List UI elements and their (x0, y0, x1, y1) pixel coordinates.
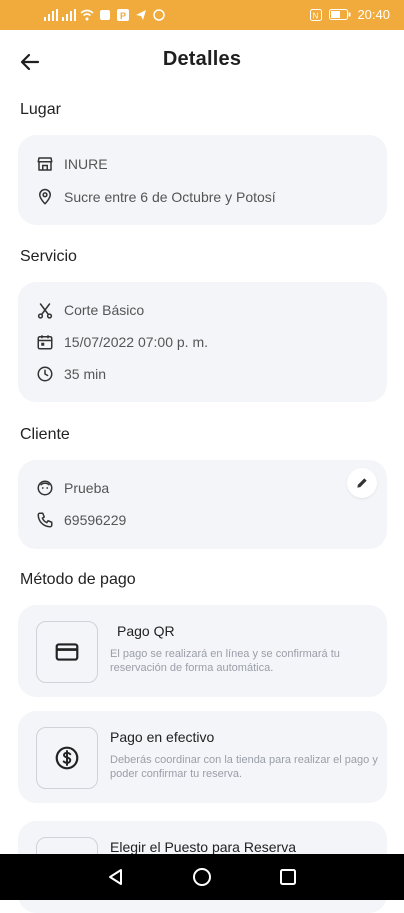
service-datetime-row: 15/07/2022 07:00 p. m. (36, 333, 208, 351)
place-address-row: Sucre entre 6 de Octubre y Potosí (36, 188, 276, 206)
payment-option-title: Elegir el Puesto para Reserva (110, 839, 296, 855)
status-bar: P N 20:40 (0, 0, 404, 30)
service-card: Corte Básico 15/07/2022 07:00 p. m. 35 m… (18, 282, 387, 402)
service-duration: 35 min (64, 366, 107, 382)
system-nav-bar (0, 854, 404, 900)
scissors-icon (37, 303, 53, 319)
status-system: N 20:40 (309, 7, 390, 22)
client-name-row: Prueba (36, 479, 109, 497)
place-name-row: INURE (36, 155, 108, 173)
nav-back-button[interactable] (105, 866, 127, 888)
square-recents-icon (280, 869, 296, 885)
edit-client-button[interactable] (347, 468, 377, 498)
battery-icon (329, 8, 351, 22)
section-title-cliente: Cliente (20, 426, 70, 443)
app-bar: Detalles (0, 30, 404, 92)
phone-icon (37, 512, 53, 528)
place-card: INURE Sucre entre 6 de Octubre y Potosí (18, 135, 387, 225)
triangle-back-icon (109, 869, 122, 885)
signal-icon (44, 8, 58, 22)
signal-icon (62, 8, 76, 22)
notification-icon (98, 8, 112, 22)
svg-text:P: P (120, 11, 126, 21)
section-title-servicio: Servicio (20, 248, 77, 265)
credit-card-icon (55, 643, 79, 661)
dollar-coin-icon (55, 746, 79, 770)
payment-option-description: Deberás coordinar con la tienda para rea… (110, 754, 378, 780)
service-duration-row: 35 min (36, 365, 106, 383)
clock-icon (37, 366, 53, 382)
parking-icon: P (116, 8, 130, 22)
svg-text:N: N (313, 11, 319, 20)
pencil-icon (357, 478, 367, 488)
place-name: INURE (64, 156, 108, 172)
section-title-pago: Método de pago (20, 571, 136, 588)
payment-option-title: Pago QR (117, 623, 175, 639)
status-time: 20:40 (357, 7, 390, 22)
client-phone: 69596229 (64, 512, 127, 528)
status-notifications: P (44, 8, 166, 22)
page-title: Detalles (162, 48, 242, 70)
wifi-icon (80, 8, 94, 22)
client-name: Prueba (64, 480, 110, 496)
payment-option-cash[interactable]: Pago en efectivo Deberás coordinar con l… (18, 711, 387, 803)
payment-icon-box (36, 727, 98, 789)
whatsapp-icon (152, 8, 166, 22)
nfc-icon: N (309, 8, 323, 22)
location-pin-icon (38, 188, 52, 205)
nav-home-button[interactable] (191, 866, 213, 888)
service-name: Corte Básico (64, 302, 145, 318)
payment-option-title: Pago en efectivo (110, 729, 215, 745)
circle-home-icon (193, 868, 211, 886)
store-icon (37, 157, 53, 171)
client-card: Prueba 69596229 (18, 460, 387, 549)
payment-option-description: El pago se realizará en línea y se confi… (110, 648, 340, 674)
service-name-row: Corte Básico (36, 301, 144, 319)
service-datetime: 15/07/2022 07:00 p. m. (64, 334, 208, 350)
place-address: Sucre entre 6 de Octubre y Potosí (64, 189, 276, 205)
client-phone-row: 69596229 (36, 511, 126, 529)
payment-option-qr[interactable]: Pago QR El pago se realizará en línea y … (18, 605, 387, 697)
calendar-icon (37, 335, 53, 350)
face-icon (37, 480, 53, 496)
telegram-icon (134, 8, 148, 22)
section-title-lugar: Lugar (20, 101, 61, 118)
payment-icon-box (36, 621, 98, 683)
nav-recents-button[interactable] (277, 866, 299, 888)
